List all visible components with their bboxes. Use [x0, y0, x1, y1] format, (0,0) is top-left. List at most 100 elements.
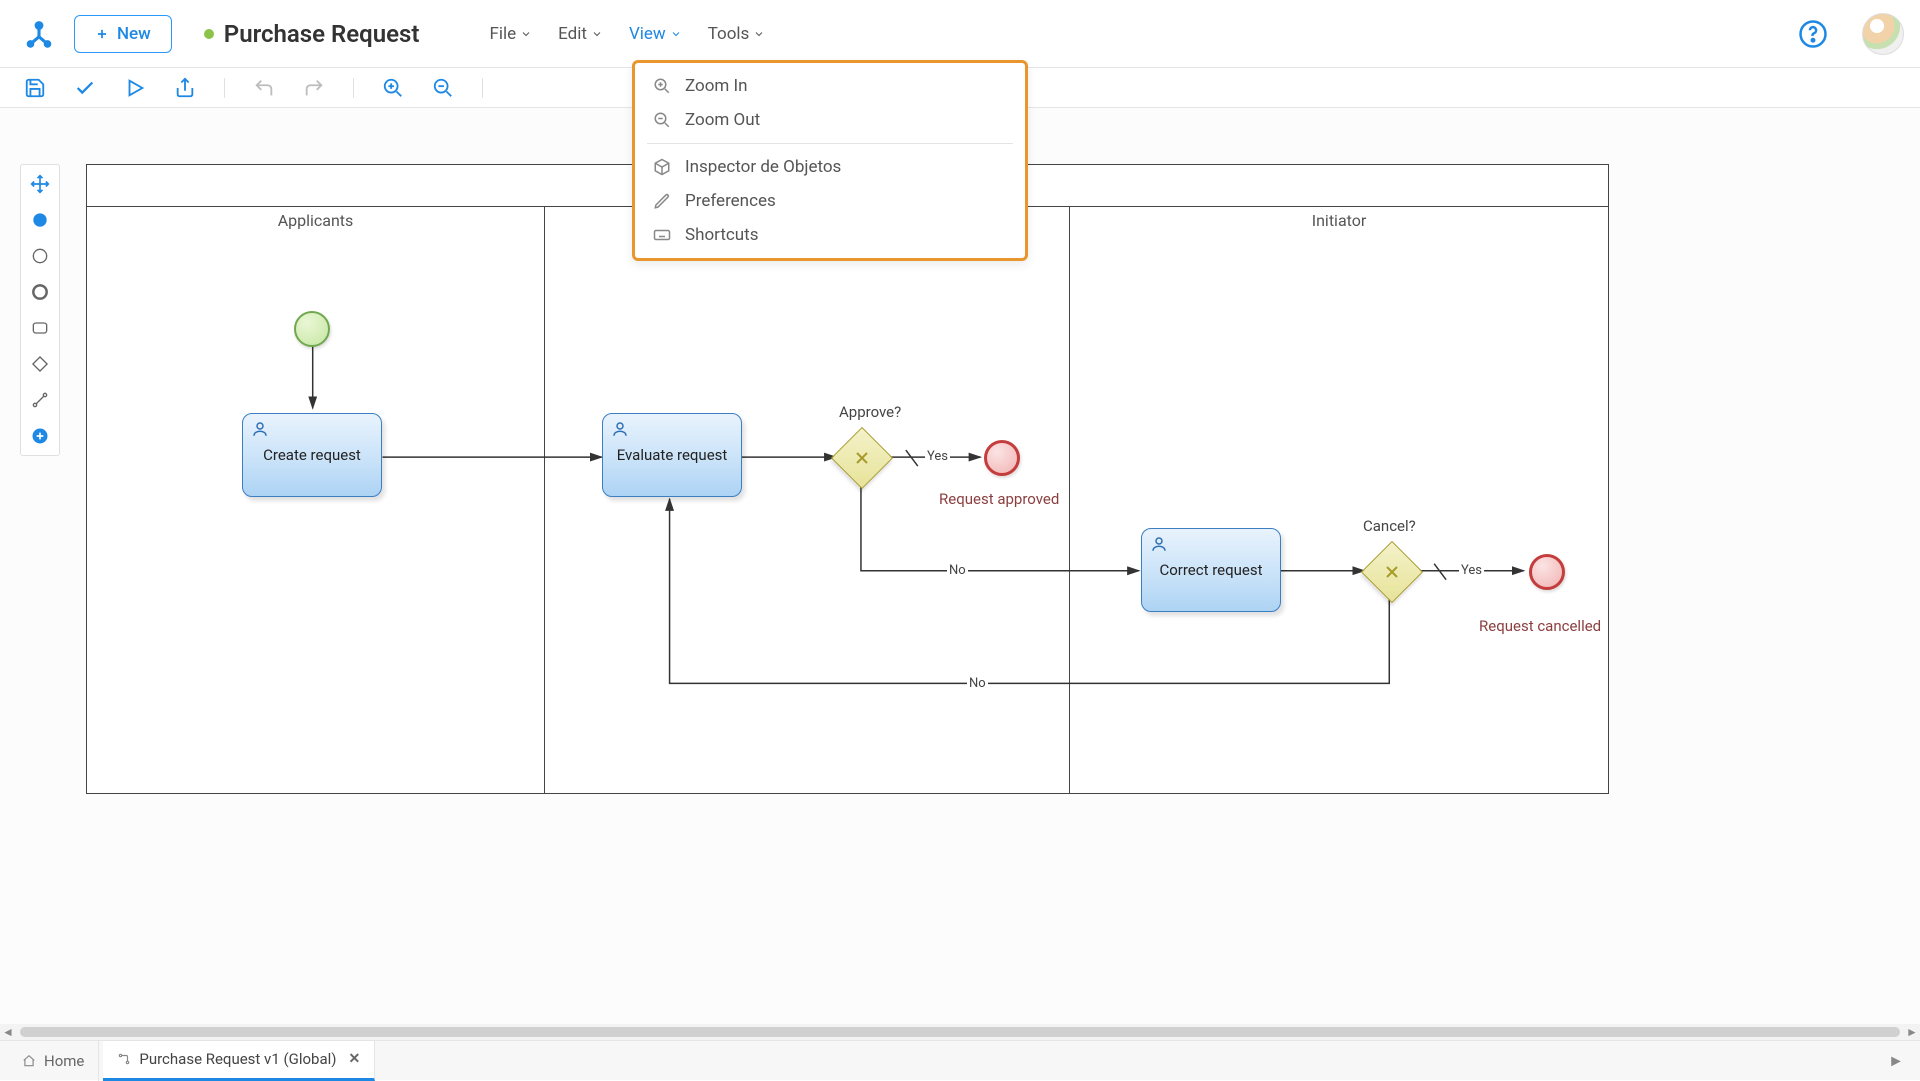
plus-circle-icon: [30, 426, 50, 446]
edge-no-1: No: [947, 563, 968, 578]
tab-home[interactable]: Home: [8, 1041, 99, 1081]
help-button[interactable]: [1798, 19, 1828, 49]
undo-icon: [253, 77, 275, 99]
plus-icon: [95, 27, 109, 41]
share-icon: [174, 77, 196, 99]
toolbar-zoom-out[interactable]: [432, 77, 454, 99]
lane-applicants-title: Applicants: [87, 207, 544, 230]
zoom-in-icon: [653, 77, 671, 95]
task-evaluate-label: Evaluate request: [617, 446, 728, 464]
scroll-left-icon[interactable]: ◄: [0, 1025, 16, 1039]
palette-gateway[interactable]: [27, 351, 53, 377]
menu-bar: File Edit View Tools: [485, 18, 769, 50]
dropdown-zoom-out[interactable]: Zoom Out: [635, 103, 1025, 137]
save-icon: [24, 77, 46, 99]
menu-tools-label: Tools: [708, 24, 750, 44]
toolbar-zoom-in[interactable]: [382, 77, 404, 99]
filled-circle-icon: [30, 210, 50, 230]
new-button[interactable]: New: [74, 15, 172, 53]
top-bar: New Purchase Request File Edit View Tool…: [0, 0, 1920, 68]
palette-end-event[interactable]: [27, 279, 53, 305]
palette-event[interactable]: [27, 243, 53, 269]
palette-add[interactable]: [27, 423, 53, 449]
connector-icon: [30, 390, 50, 410]
dropdown-object-inspector[interactable]: Inspector de Objetos: [635, 150, 1025, 184]
toolbar-play[interactable]: [124, 77, 146, 99]
task-evaluate-request[interactable]: Evaluate request: [602, 413, 742, 497]
app-logo: [22, 17, 56, 51]
chevron-down-icon: [520, 28, 532, 40]
dropdown-shortcuts[interactable]: Shortcuts: [635, 218, 1025, 252]
tabs-scroll-right[interactable]: ►: [1880, 1051, 1912, 1071]
gateway-cancel[interactable]: [1370, 550, 1414, 594]
task-create-label: Create request: [263, 446, 361, 464]
gateway-approve[interactable]: [840, 436, 884, 480]
pencil-icon: [653, 192, 671, 210]
user-icon: [611, 420, 629, 438]
page-title: Purchase Request: [224, 20, 420, 48]
user-icon: [251, 420, 269, 438]
task-correct-request[interactable]: Correct request: [1141, 528, 1281, 612]
thick-circle-icon: [30, 282, 50, 302]
menu-view-label: View: [629, 24, 666, 44]
toolbar-share[interactable]: [174, 77, 196, 99]
toolbar-check[interactable]: [74, 77, 96, 99]
menu-edit-label: Edit: [558, 24, 587, 44]
lane-applicants: Applicants: [87, 207, 545, 793]
palette-start-event[interactable]: [27, 207, 53, 233]
palette-task[interactable]: [27, 315, 53, 341]
toolbar-separator: [224, 78, 225, 98]
dropdown-preferences[interactable]: Preferences: [635, 184, 1025, 218]
start-event[interactable]: [294, 311, 330, 347]
end-event-cancelled[interactable]: [1529, 554, 1565, 590]
cube-icon: [653, 158, 671, 176]
task-correct-label: Correct request: [1159, 561, 1262, 579]
dropdown-zoom-out-label: Zoom Out: [685, 110, 760, 130]
menu-edit[interactable]: Edit: [554, 18, 607, 50]
chevron-down-icon: [670, 28, 682, 40]
gateway-approve-label: Approve?: [839, 403, 901, 421]
menu-view[interactable]: View: [625, 18, 686, 50]
rounded-rect-icon: [30, 318, 50, 338]
end-approved-label: Request approved: [939, 490, 1059, 508]
check-icon: [74, 77, 96, 99]
chevron-down-icon: [591, 28, 603, 40]
toolbar-separator: [482, 78, 483, 98]
x-icon: [1370, 550, 1414, 594]
toolbar-undo[interactable]: [253, 77, 275, 99]
end-event-approved[interactable]: [984, 440, 1020, 476]
tab-process-label: Purchase Request v1 (Global): [139, 1050, 336, 1068]
dropdown-object-inspector-label: Inspector de Objetos: [685, 157, 841, 177]
palette-connector[interactable]: [27, 387, 53, 413]
horizontal-scrollbar[interactable]: ◄ ►: [0, 1024, 1920, 1040]
home-icon: [22, 1054, 36, 1068]
zoom-out-icon: [653, 111, 671, 129]
title-wrap: Purchase Request: [204, 20, 420, 48]
view-dropdown: Zoom In Zoom Out Inspector de Objetos Pr…: [632, 60, 1028, 261]
tab-home-label: Home: [44, 1052, 84, 1070]
zoom-in-icon: [382, 77, 404, 99]
edge-no-2: No: [967, 676, 988, 691]
user-icon: [1150, 535, 1168, 553]
redo-icon: [303, 77, 325, 99]
tab-close-icon[interactable]: ✕: [348, 1051, 360, 1067]
toolbar-save[interactable]: [24, 77, 46, 99]
dropdown-zoom-in[interactable]: Zoom In: [635, 69, 1025, 103]
dropdown-zoom-in-label: Zoom In: [685, 76, 748, 96]
end-cancelled-label: Request cancelled: [1479, 617, 1601, 635]
scrollbar-thumb[interactable]: [20, 1027, 1900, 1037]
chevron-down-icon: [753, 28, 765, 40]
diamond-icon: [30, 354, 50, 374]
task-create-request[interactable]: Create request: [242, 413, 382, 497]
user-avatar[interactable]: [1862, 13, 1904, 55]
scroll-right-icon[interactable]: ►: [1904, 1025, 1920, 1039]
x-icon: [840, 436, 884, 480]
menu-file[interactable]: File: [485, 18, 536, 50]
lane-initiator-title: Initiator: [1070, 207, 1608, 230]
palette-move[interactable]: [27, 171, 53, 197]
toolbar-redo[interactable]: [303, 77, 325, 99]
tab-process[interactable]: Purchase Request v1 (Global) ✕: [103, 1041, 375, 1081]
circle-icon: [30, 246, 50, 266]
menu-tools[interactable]: Tools: [704, 18, 770, 50]
status-dot-icon: [204, 29, 214, 39]
